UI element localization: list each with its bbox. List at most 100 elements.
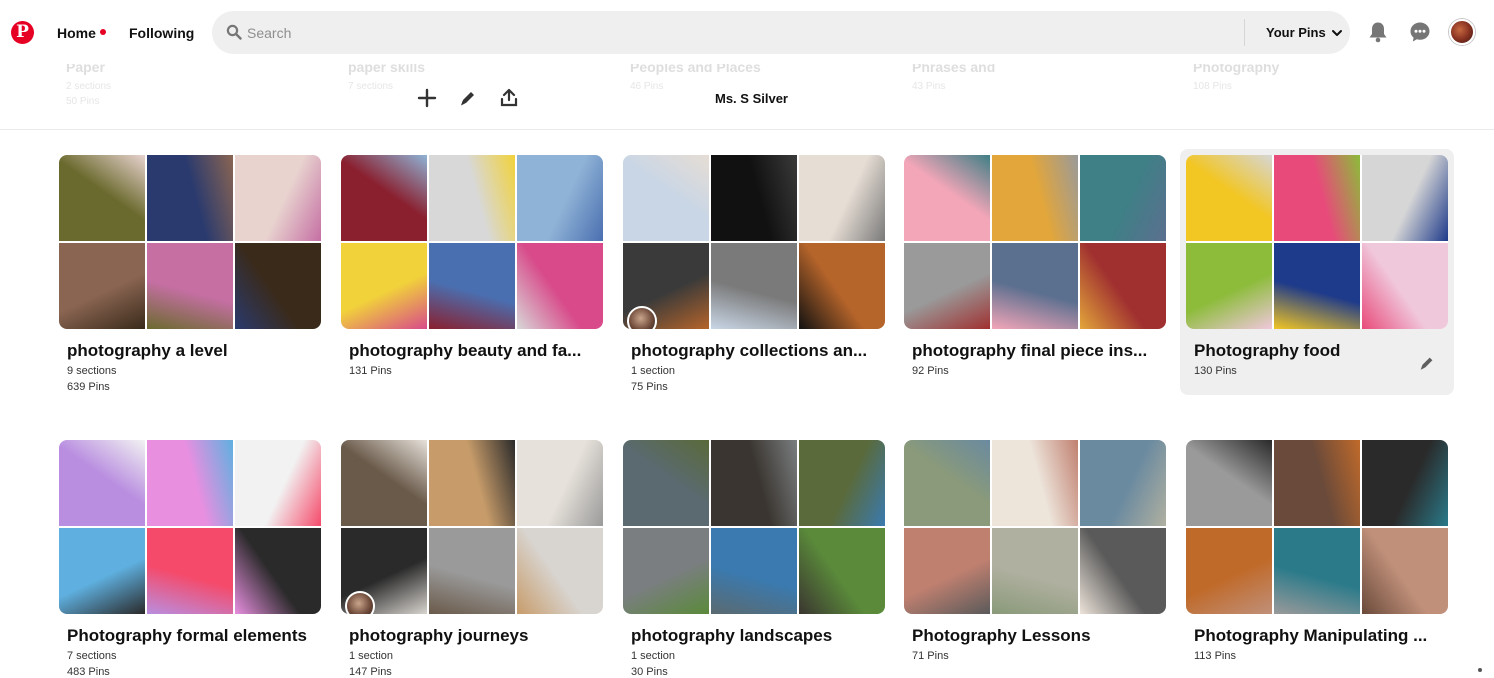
board-card[interactable]: Photography food 130 Pins	[1180, 149, 1454, 395]
board-cover-image	[1080, 440, 1166, 526]
board-cover-collage[interactable]	[59, 440, 321, 614]
board-cover-image	[623, 528, 709, 614]
board-cover-image	[711, 440, 797, 526]
your-pins-label: Your Pins	[1266, 25, 1326, 40]
board-meta-primary: 1 section	[349, 650, 394, 662]
board-meta-secondary: 639 Pins	[67, 381, 110, 393]
profile-name: Ms. S Silver	[715, 91, 788, 106]
board-cover-collage[interactable]	[1186, 155, 1448, 329]
board-title[interactable]: Photography Manipulating ...	[1194, 626, 1452, 646]
board-cover-collage[interactable]	[623, 155, 885, 329]
board-cover-image	[147, 440, 233, 526]
board-title[interactable]: Photography food	[1194, 341, 1452, 361]
board-cover-image	[147, 243, 233, 329]
board-title[interactable]: photography beauty and fa...	[349, 341, 607, 361]
board-card[interactable]: photography a level 9 sections 639 Pins	[59, 155, 333, 405]
plus-icon[interactable]	[417, 88, 437, 108]
board-card[interactable]: photography beauty and fa... 131 Pins	[341, 155, 615, 405]
board-cover-collage[interactable]	[341, 155, 603, 329]
board-cover-image	[992, 528, 1078, 614]
board-cover-image	[623, 440, 709, 526]
board-title[interactable]: photography final piece ins...	[912, 341, 1170, 361]
search-bar[interactable]: Your Pins	[212, 11, 1350, 54]
board-cover-image	[711, 155, 797, 241]
board-cover-image	[59, 440, 145, 526]
ghost-board-meta: 2 sections	[66, 81, 112, 92]
board-cover-image	[429, 440, 515, 526]
board-meta-primary: 113 Pins	[1194, 650, 1236, 662]
board-card[interactable]: photography final piece ins... 92 Pins	[904, 155, 1178, 405]
board-cover-collage[interactable]	[623, 440, 885, 614]
board-cover-image	[1080, 243, 1166, 329]
board-cover-image	[1186, 155, 1272, 241]
board-meta-primary: 92 Pins	[912, 365, 949, 377]
board-cover-collage[interactable]	[904, 440, 1166, 614]
board-cover-image	[623, 155, 709, 241]
board-cover-image	[429, 528, 515, 614]
board-cover-image	[235, 528, 321, 614]
notification-dot	[100, 29, 106, 35]
board-title[interactable]: photography landscapes	[631, 626, 889, 646]
collaborator-avatar	[345, 591, 375, 614]
board-title[interactable]: photography journeys	[349, 626, 607, 646]
ghost-board-meta: 50 Pins	[66, 96, 100, 107]
collaborator-avatar	[627, 306, 657, 329]
board-card[interactable]: photography landscapes 1 section 30 Pins	[623, 440, 897, 678]
board-cover-collage[interactable]	[59, 155, 321, 329]
board-cover-collage[interactable]	[341, 440, 603, 614]
board-meta-primary: 131 Pins	[349, 365, 392, 377]
pinterest-logo-icon[interactable]: P	[11, 21, 34, 44]
board-meta-secondary: 30 Pins	[631, 666, 668, 678]
board-cover-collage[interactable]	[904, 155, 1166, 329]
board-cover-image	[904, 243, 990, 329]
board-cover-image	[711, 243, 797, 329]
board-cover-image	[904, 528, 990, 614]
board-title[interactable]: Photography formal elements	[67, 626, 325, 646]
board-meta-primary: 130 Pins	[1194, 365, 1237, 377]
your-pins-dropdown[interactable]: Your Pins	[1266, 25, 1343, 40]
board-cover-image	[904, 155, 990, 241]
search-input[interactable]	[247, 11, 1247, 54]
board-cover-image	[517, 155, 603, 241]
board-cover-image	[235, 440, 321, 526]
board-title[interactable]: Photography Lessons	[912, 626, 1170, 646]
board-cover-image	[1186, 440, 1272, 526]
board-title[interactable]: photography collections an...	[631, 341, 889, 361]
board-cover-image	[235, 243, 321, 329]
nav-following-link[interactable]: Following	[129, 25, 194, 41]
board-cover-image	[799, 528, 885, 614]
board-cover-image	[799, 155, 885, 241]
board-title[interactable]: photography a level	[67, 341, 325, 361]
pencil-icon[interactable]	[458, 88, 478, 108]
share-icon[interactable]	[499, 88, 519, 108]
board-cover-image	[1274, 243, 1360, 329]
board-meta-secondary: 483 Pins	[67, 666, 110, 678]
board-cover-image	[799, 243, 885, 329]
board-card[interactable]: Photography Manipulating ... 113 Pins	[1186, 440, 1460, 678]
board-cover-image	[1274, 528, 1360, 614]
ghost-board-meta: 43 Pins	[912, 81, 946, 92]
search-icon	[226, 24, 242, 40]
board-cover-collage[interactable]	[1186, 440, 1448, 614]
board-cover-image	[1186, 528, 1272, 614]
bell-icon[interactable]	[1366, 20, 1390, 44]
board-card[interactable]: Photography Lessons 71 Pins	[904, 440, 1178, 678]
search-divider	[1244, 19, 1245, 46]
board-cover-image	[235, 155, 321, 241]
chevron-down-icon	[1331, 29, 1342, 36]
board-card[interactable]: photography journeys 1 section 147 Pins	[341, 440, 615, 678]
board-card[interactable]: Photography formal elements 7 sections 483…	[59, 440, 333, 678]
board-card[interactable]: photography collections an... 1 section 75…	[623, 155, 897, 405]
board-cover-image	[799, 440, 885, 526]
board-cover-image	[904, 440, 990, 526]
user-avatar[interactable]	[1449, 19, 1475, 45]
ghost-board-meta: 46 Pins	[630, 81, 664, 92]
edit-board-pencil-icon[interactable]	[1418, 354, 1436, 372]
nav-home-link[interactable]: Home	[57, 25, 96, 41]
profile-action-bar: Paper 2 sections 50 Pins paper skills 7 …	[0, 56, 1494, 130]
board-cover-image	[1362, 528, 1448, 614]
board-meta-secondary: 75 Pins	[631, 381, 668, 393]
chat-icon[interactable]	[1408, 20, 1432, 44]
board-cover-image	[147, 528, 233, 614]
board-cover-image	[1186, 243, 1272, 329]
